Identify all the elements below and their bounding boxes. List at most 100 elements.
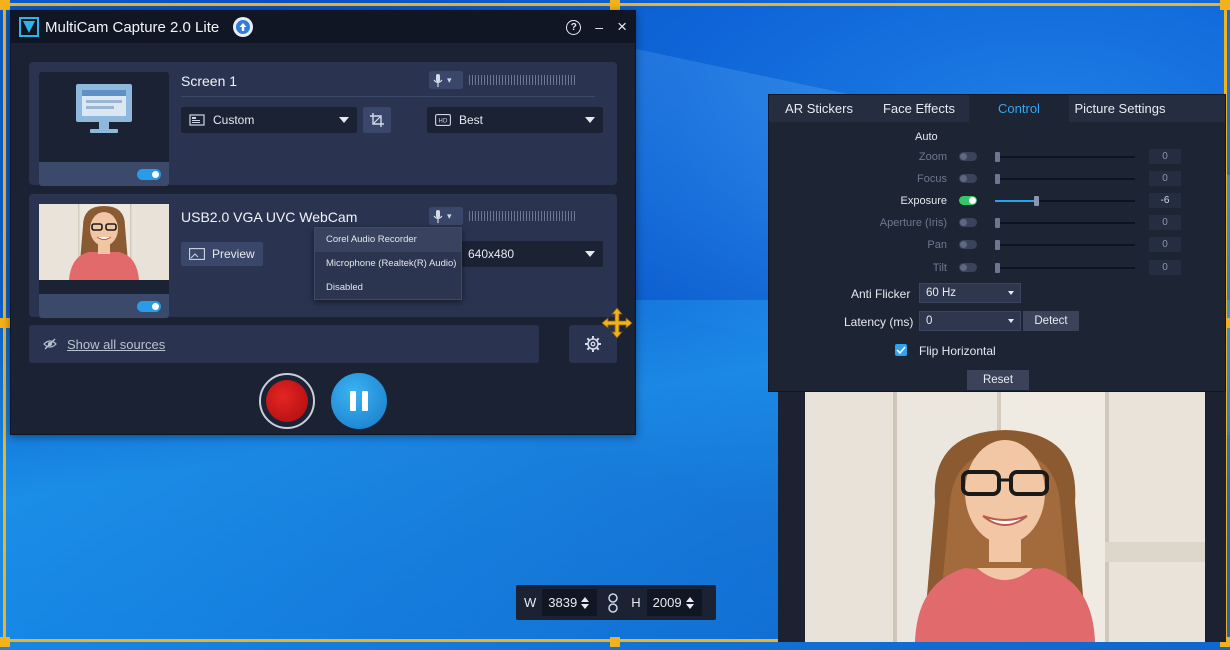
webcam-audio-level-meter [469, 211, 577, 221]
anti-flicker-label: Anti Flicker [851, 287, 911, 301]
thumbnail-bar [39, 294, 169, 318]
caret-down-icon [339, 117, 349, 123]
gear-icon [585, 336, 601, 352]
width-spinner-icon[interactable] [581, 596, 590, 609]
region-dropdown-value: Custom [213, 113, 255, 127]
app-title: MultiCam Capture 2.0 Lite [45, 18, 220, 36]
webcam-thumbnail [39, 204, 169, 318]
show-all-sources-link[interactable]: Show all sources [67, 337, 165, 352]
auto-toggle[interactable] [959, 196, 977, 205]
resize-handle-bl[interactable] [0, 637, 10, 647]
quality-dropdown-value: Best [459, 113, 484, 127]
check-icon [896, 346, 906, 354]
webcam-mic-button[interactable]: ▾ [429, 207, 463, 225]
chevron-down-icon: ▾ [447, 210, 452, 221]
quality-dropdown[interactable]: HD Best [427, 107, 603, 133]
resize-handle-tm[interactable] [610, 0, 620, 10]
anti-flicker-value: 60 Hz [926, 287, 957, 299]
region-dropdown[interactable]: Custom [181, 107, 357, 133]
hd-icon: HD [435, 114, 451, 126]
latency-select[interactable]: 0 [919, 311, 1021, 331]
control-value[interactable]: 0 [1149, 260, 1181, 275]
caret-down-icon [585, 117, 595, 123]
preview-icon [189, 248, 205, 260]
screen-enable-toggle[interactable] [137, 169, 161, 180]
webcam-preview-window[interactable] [778, 392, 1226, 642]
screen-mic-button[interactable]: ▾ [429, 71, 463, 89]
latency-value: 0 [926, 315, 933, 327]
record-button[interactable] [259, 373, 315, 429]
panel-tabs: AR Stickers Face Effects Control Picture… [769, 95, 1225, 122]
control-value[interactable]: 0 [1149, 171, 1181, 186]
height-input[interactable]: 2009 [646, 589, 702, 616]
control-slider[interactable] [995, 152, 1135, 162]
mic-menu-item-disabled[interactable]: Disabled [315, 276, 461, 300]
resize-handle-tr[interactable] [1220, 0, 1230, 10]
width-label: W [524, 595, 537, 610]
anti-flicker-select[interactable]: 60 Hz [919, 283, 1021, 303]
record-icon [266, 380, 308, 422]
tab-picture-settings[interactable]: Picture Settings [1069, 95, 1171, 122]
pause-button[interactable] [331, 373, 387, 429]
preview-button[interactable]: Preview [181, 242, 263, 266]
height-spinner-icon[interactable] [685, 596, 694, 609]
control-row-exposure: Exposure -6 [769, 193, 1227, 209]
tab-ar-stickers[interactable]: AR Stickers [769, 95, 869, 122]
tab-face-effects[interactable]: Face Effects [869, 95, 969, 122]
flip-horizontal-checkbox[interactable] [895, 344, 907, 356]
reset-button[interactable]: Reset [967, 370, 1029, 390]
control-row-aperture: Aperture (Iris) 0 [769, 215, 1227, 231]
title-bar[interactable]: MultiCam Capture 2.0 Lite ? – × [11, 11, 635, 43]
tab-control[interactable]: Control [969, 95, 1069, 122]
control-value[interactable]: 0 [1149, 237, 1181, 252]
control-value[interactable]: 0 [1149, 215, 1181, 230]
divider [181, 96, 595, 97]
control-slider[interactable] [995, 263, 1135, 273]
webcam-preview-image [805, 392, 1205, 642]
resize-handle-tl[interactable] [0, 0, 10, 10]
thumbnail-bar [39, 162, 169, 186]
auto-toggle[interactable] [959, 152, 977, 161]
caret-down-icon [1008, 291, 1014, 295]
control-value[interactable]: 0 [1149, 149, 1181, 164]
resize-handle-bm[interactable] [610, 637, 620, 647]
auto-toggle[interactable] [959, 218, 977, 227]
auto-toggle[interactable] [959, 263, 977, 272]
resolution-dropdown[interactable]: 640x480 [461, 241, 603, 267]
control-value[interactable]: -6 [1149, 193, 1181, 208]
move-cursor-icon[interactable] [601, 307, 633, 339]
control-slider[interactable] [995, 218, 1135, 228]
detect-button[interactable]: Detect [1023, 311, 1079, 331]
crop-button[interactable] [363, 107, 391, 133]
help-button[interactable]: ? [566, 19, 582, 35]
auto-toggle[interactable] [959, 240, 977, 249]
auto-toggle[interactable] [959, 174, 977, 183]
monitor-icon [39, 72, 169, 146]
crop-icon [370, 113, 384, 127]
camera-settings-panel: AR Stickers Face Effects Control Picture… [768, 94, 1226, 392]
webcam-enable-toggle[interactable] [137, 301, 161, 312]
control-slider[interactable] [995, 196, 1135, 206]
multicam-window: MultiCam Capture 2.0 Lite ? – × Screen 1… [10, 10, 636, 435]
latency-label: Latency (ms) [844, 315, 914, 329]
control-label: Tilt [932, 262, 947, 274]
mic-menu-item-corel[interactable]: Corel Audio Recorder [315, 228, 461, 252]
screen-thumbnail [39, 72, 169, 186]
caret-down-icon [585, 251, 595, 257]
control-slider[interactable] [995, 174, 1135, 184]
upgrade-icon[interactable] [233, 17, 254, 37]
source-name: USB2.0 VGA UVC WebCam [181, 209, 358, 225]
control-slider[interactable] [995, 240, 1135, 250]
control-row-pan: Pan 0 [769, 237, 1227, 253]
minimize-button[interactable]: – [595, 19, 603, 35]
close-button[interactable]: × [617, 17, 627, 37]
resize-handle-ml[interactable] [0, 318, 10, 328]
preview-label: Preview [212, 247, 255, 261]
link-aspect-icon[interactable] [605, 592, 621, 613]
mic-menu-item-realtek[interactable]: Microphone (Realtek(R) Audio) [315, 252, 461, 276]
width-input[interactable]: 3839 [542, 589, 598, 616]
microphone-icon [433, 209, 443, 223]
show-all-sources-bar[interactable]: Show all sources [29, 325, 539, 363]
caret-down-icon [1008, 319, 1014, 323]
resolution-dropdown-value: 640x480 [468, 247, 515, 261]
